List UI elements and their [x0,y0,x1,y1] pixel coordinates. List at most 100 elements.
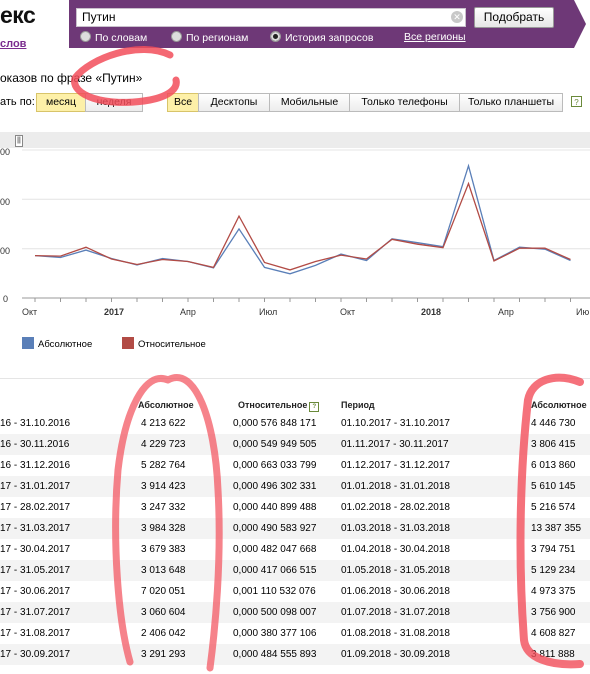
table-cell-rel: 0,000 576 848 171 [233,418,317,429]
logo-sub-link[interactable]: слов [0,38,26,50]
table-cell-rel: 0,000 549 949 505 [233,439,317,450]
table-row: 17 - 31.05.2017 3 013 648 0,000 417 066 51… [0,560,590,581]
legend-label: Абсолютное [38,339,93,350]
series-line-absolute [34,163,571,275]
help-icon[interactable]: ? [571,96,582,107]
table-cell-abs: 3 013 648 [141,565,186,576]
page-title: оказов по фразе «Путин» [0,71,143,85]
legend-swatch [22,337,34,349]
tab-month[interactable]: месяц [36,93,86,112]
radio-history[interactable]: История запросов [270,31,373,44]
x-tick-label: Ию [576,307,590,317]
table-cell-period2: 01.07.2018 - 31.07.2018 [341,607,450,618]
table-row: 17 - 31.01.2017 3 914 423 0,000 496 302 33… [0,476,590,497]
table-cell-abs: 5 282 764 [141,460,186,471]
table-cell-abs2: 3 794 751 [531,544,576,555]
legend-swatch [122,337,134,349]
table-cell-period2: 01.04.2018 - 30.04.2018 [341,544,450,555]
series-line-relative [34,181,571,271]
table-cell-abs: 7 020 051 [141,586,186,597]
table-row: 16 - 30.11.2016 4 229 723 0,000 549 949 50… [0,434,590,455]
radio-by-words[interactable]: По словам [80,31,147,44]
column-header-relative[interactable]: Относительное? [238,400,320,412]
radio-selected-icon [270,31,281,42]
table-cell-abs2: 5 129 234 [531,565,576,576]
table-cell-abs: 3 060 604 [141,607,186,618]
table-row: 17 - 31.07.2017 3 060 604 0,000 500 098 00… [0,602,590,623]
group-by-label: ать по: [0,96,35,108]
tab-all-devices[interactable]: Все [167,93,199,112]
table-cell-period: 16 - 31.12.2016 [0,460,71,471]
table-cell-abs: 3 291 293 [141,649,186,660]
tab-week[interactable]: неделя [85,93,143,112]
range-handle-icon[interactable]: || [15,135,23,147]
column-header-absolute[interactable]: Абсолютное [138,400,194,410]
tab-desktops[interactable]: Десктопы [198,93,270,112]
table-cell-rel: 0,000 500 098 007 [233,607,317,618]
table-cell-rel: 0,000 482 047 668 [233,544,317,555]
table-row: 17 - 30.04.2017 3 679 383 0,000 482 047 66… [0,539,590,560]
table-cell-period2: 01.10.2017 - 31.10.2017 [341,418,450,429]
legend-label: Относительное [138,339,206,350]
y-tick-label: 00 [0,147,11,157]
radio-label: По регионам [186,32,249,44]
table-cell-period: 17 - 31.07.2017 [0,607,71,618]
table-cell-abs2: 3 806 415 [531,439,576,450]
tab-mobile[interactable]: Мобильные [269,93,350,112]
radio-by-regions[interactable]: По регионам [171,31,248,44]
column-header-period[interactable]: Период [341,400,375,410]
table-cell-abs2: 3 756 900 [531,607,576,618]
radio-icon [171,31,182,42]
help-icon[interactable]: ? [309,402,320,412]
table-cell-abs: 2 406 042 [141,628,186,639]
table-cell-period: 17 - 30.09.2017 [0,649,71,660]
table-row: 16 - 31.12.2016 5 282 764 0,000 663 033 79… [0,455,590,476]
table-cell-abs2: 5 216 574 [531,502,576,513]
table-cell-period: 17 - 31.08.2017 [0,628,71,639]
clear-icon[interactable]: ✕ [451,11,463,23]
table-cell-period: 16 - 30.11.2016 [0,439,70,450]
table-cell-rel: 0,000 417 066 515 [233,565,317,576]
x-tick-label: Апр [498,307,514,317]
tab-tablets-only[interactable]: Только планшеты [459,93,563,112]
x-tick-label: 2017 [104,307,125,317]
x-tick-label: Апр [180,307,196,317]
table-cell-period: 17 - 30.06.2017 [0,586,71,597]
legend-item-absolute[interactable]: Абсолютное [22,337,92,350]
table-cell-period: 17 - 31.05.2017 [0,565,71,576]
table-cell-abs: 4 213 622 [141,418,186,429]
table-cell-abs2: 4 446 730 [531,418,576,429]
x-tick-label: 2018 [421,307,442,317]
table-cell-abs2: 3 811 888 [531,649,575,660]
table-cell-rel: 0,000 663 033 799 [233,460,317,471]
table-cell-abs: 3 247 332 [141,502,186,513]
table-cell-abs2: 4 608 827 [531,628,576,639]
legend-item-relative[interactable]: Относительное [122,337,206,350]
table-cell-rel: 0,000 484 555 893 [233,649,317,660]
submit-button[interactable]: Подобрать [474,7,554,28]
table-cell-period: 17 - 31.01.2017 [0,481,71,492]
column-header-absolute-2[interactable]: Абсолютное [531,400,587,410]
table-cell-rel: 0,000 440 899 488 [233,502,317,513]
table-cell-abs2: 5 610 145 [531,481,576,492]
search-input[interactable]: Путин [76,8,466,27]
table-cell-abs: 4 229 723 [141,439,186,450]
search-panel-arrow [574,0,586,48]
tab-phones-only[interactable]: Только телефоны [349,93,460,112]
table-cell-period2: 01.02.2018 - 28.02.2018 [341,502,450,513]
table-cell-period2: 01.03.2018 - 31.03.2018 [341,523,450,534]
y-tick-label: 00 [0,197,11,207]
table-row: 17 - 30.09.2017 3 291 293 0,000 484 555 89… [0,644,590,665]
chart-range-scroller[interactable] [0,132,590,148]
radio-label: История запросов [285,32,374,44]
table-cell-period: 17 - 28.02.2017 [0,502,71,513]
radio-label: По словам [95,32,148,44]
table-divider [0,378,590,379]
all-regions-link[interactable]: Все регионы [404,31,466,43]
table-cell-abs2: 4 973 375 [531,586,576,597]
chart-grid [22,149,590,302]
table-cell-rel: 0,000 380 377 106 [233,628,317,639]
table-cell-period: 17 - 31.03.2017 [0,523,71,534]
column-header-label: Относительное [238,400,308,410]
table-cell-period2: 01.11.2017 - 30.11.2017 [341,439,449,450]
